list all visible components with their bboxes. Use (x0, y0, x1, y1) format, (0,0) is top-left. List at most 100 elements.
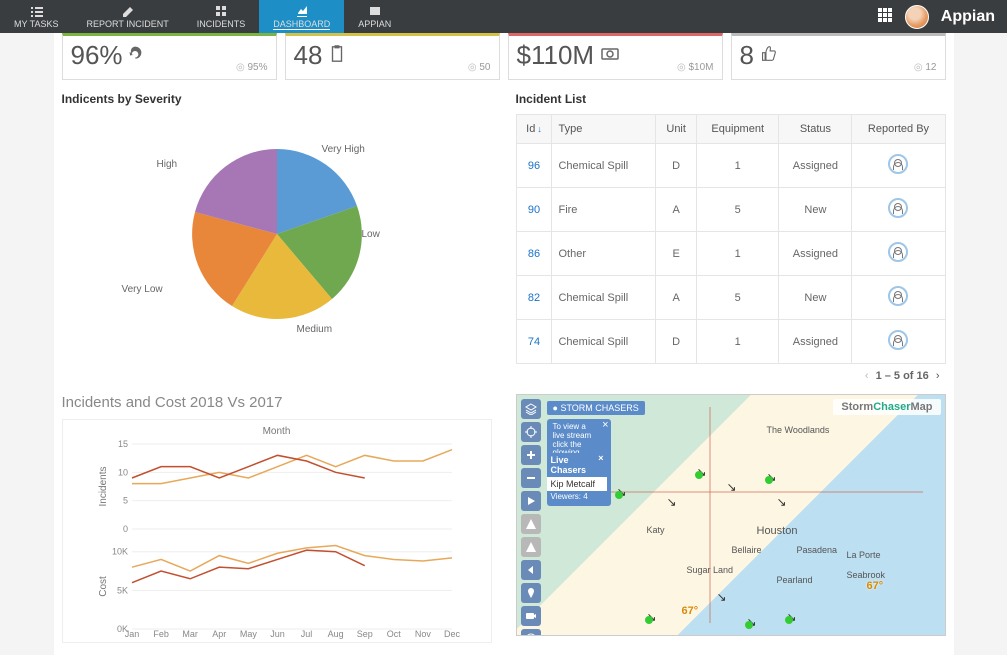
nav-label: APPIAN (358, 19, 391, 29)
incident-reporter[interactable] (852, 232, 945, 276)
city-label: Pasadena (797, 545, 838, 555)
linechart-title: Incidents and Cost 2018 Vs 2017 (62, 394, 492, 411)
map-marker[interactable] (747, 615, 757, 625)
incident-id[interactable]: 90 (516, 188, 552, 232)
incident-id[interactable]: 86 (516, 232, 552, 276)
incident-id[interactable]: 82 (516, 276, 552, 320)
city-label: Katy (647, 525, 665, 535)
map-pin-btn[interactable] (521, 583, 541, 603)
nav-report-incident[interactable]: REPORT INCIDENT (73, 0, 183, 33)
kpi-target: 95% (236, 62, 268, 73)
col-type[interactable]: Type (552, 115, 656, 144)
nav-label: INCIDENTS (197, 19, 246, 29)
table-row: 90FireA5New (516, 188, 945, 232)
pencil-icon (121, 4, 135, 18)
col-reportedby[interactable]: Reported By (852, 115, 945, 144)
svg-text:15: 15 (117, 439, 127, 449)
map-marker[interactable] (717, 590, 727, 600)
city-label: Bellaire (732, 545, 762, 555)
incident-reporter[interactable] (852, 144, 945, 188)
svg-text:Feb: Feb (153, 629, 169, 639)
map-zoom-out-btn[interactable] (521, 468, 541, 488)
incident-reporter[interactable] (852, 276, 945, 320)
apps-icon[interactable] (877, 7, 893, 26)
map-marker[interactable] (777, 495, 787, 505)
col-unit[interactable]: Unit (656, 115, 697, 144)
map-marker[interactable] (767, 470, 777, 480)
incident-reporter[interactable] (852, 320, 945, 364)
svg-text:e: e (528, 635, 533, 636)
table-row: 82Chemical SpillA5New (516, 276, 945, 320)
pie-label: High (157, 159, 178, 170)
pager-prev[interactable]: ‹ (861, 370, 873, 382)
table-row: 86OtherE1Assigned (516, 232, 945, 276)
chaser-name[interactable]: Kip Metcalf (547, 477, 607, 491)
nav-incidents[interactable]: INCIDENTS (183, 0, 260, 33)
money-icon (600, 45, 622, 67)
map-warn-btn[interactable] (521, 514, 541, 534)
map-back-btn[interactable] (521, 560, 541, 580)
kpi-value: 96% (71, 40, 123, 71)
city-label: The Woodlands (767, 425, 830, 435)
line-chart[interactable]: Month 051015Incidents0K5K10KCostJanFebMa… (62, 419, 492, 643)
city-label: Pearland (777, 575, 813, 585)
incident-unit: E (656, 232, 697, 276)
incident-unit: D (656, 144, 697, 188)
close-icon[interactable]: × (602, 419, 608, 431)
kpi-card: 48 50 (285, 33, 500, 80)
map-chip[interactable]: ● STORM CHASERS (547, 401, 645, 415)
map-marker[interactable] (787, 610, 797, 620)
pie-chart[interactable]: Very High Low Medium Very Low High (62, 114, 492, 344)
map-marker[interactable] (647, 610, 657, 620)
map-cam-btn[interactable] (521, 606, 541, 626)
map-marker[interactable] (667, 495, 677, 505)
map-widget[interactable]: e ● STORM CHASERS To view a live stream … (516, 394, 946, 636)
pager-next[interactable]: › (932, 370, 944, 382)
incident-id[interactable]: 96 (516, 144, 552, 188)
svg-text:10: 10 (117, 467, 127, 477)
map-marker[interactable] (697, 465, 707, 475)
kpi-value: $110M (517, 40, 595, 71)
close-icon[interactable]: × (598, 453, 603, 463)
table-row: 96Chemical SpillD1Assigned (516, 144, 945, 188)
col-equipment[interactable]: Equipment (697, 115, 779, 144)
nav-dashboard[interactable]: DASHBOARD (259, 0, 344, 33)
nav-appian[interactable]: APPIAN (344, 0, 405, 33)
map-info-btn[interactable]: e (521, 629, 541, 636)
incident-id[interactable]: 74 (516, 320, 552, 364)
map-play-btn[interactable] (521, 491, 541, 511)
map-warn2-btn[interactable] (521, 537, 541, 557)
incident-equipment: 1 (697, 320, 779, 364)
kpi-card: $110M $10M (508, 33, 723, 80)
map-marker[interactable] (727, 480, 737, 490)
map-zoom-in-btn[interactable] (521, 445, 541, 465)
svg-text:Jul: Jul (300, 629, 312, 639)
map-marker[interactable] (617, 485, 627, 495)
temp-badge: 67° (867, 580, 884, 592)
city-label: Sugar Land (687, 565, 734, 575)
svg-text:Aug: Aug (327, 629, 343, 639)
svg-text:Mar: Mar (182, 629, 198, 639)
pie-label: Medium (297, 324, 333, 335)
col-id[interactable]: Id↓ (516, 115, 552, 144)
svg-text:Oct: Oct (386, 629, 401, 639)
nav-my-tasks[interactable]: MY TASKS (0, 0, 73, 33)
kpi-target: $10M (677, 62, 714, 73)
pie-label: Very High (322, 144, 365, 155)
map-layers-btn[interactable] (521, 399, 541, 419)
month-label: Month (63, 426, 491, 437)
incident-status: Assigned (779, 232, 852, 276)
incident-equipment: 5 (697, 188, 779, 232)
incident-unit: A (656, 188, 697, 232)
list-title: Incident List (516, 92, 946, 106)
col-status[interactable]: Status (779, 115, 852, 144)
incident-equipment: 1 (697, 232, 779, 276)
map-target-btn[interactable] (521, 422, 541, 442)
nav-label: MY TASKS (14, 19, 59, 29)
clipboard-icon (328, 45, 350, 67)
avatar[interactable] (905, 5, 929, 29)
incident-type: Chemical Spill (552, 276, 656, 320)
pager-text: 1 – 5 of 16 (876, 370, 929, 382)
kpi-target: 12 (914, 62, 937, 73)
incident-reporter[interactable] (852, 188, 945, 232)
